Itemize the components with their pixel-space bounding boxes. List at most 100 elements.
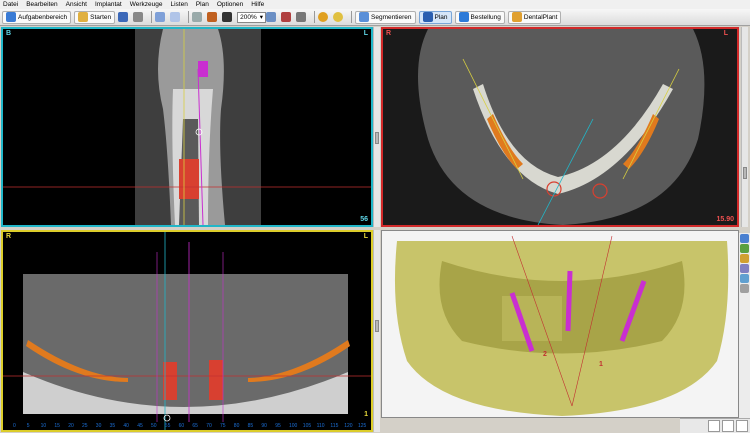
axial-scrollbar[interactable] [741, 27, 748, 227]
implant-number-label: 1 [599, 361, 603, 368]
save-button[interactable] [118, 11, 130, 24]
segmentieren-button[interactable]: Segmentieren [355, 10, 416, 24]
dentalplant-button[interactable]: DentalPlant [507, 10, 562, 24]
view-corner-label: L [723, 30, 728, 37]
ruler-tick-label: 95 [275, 423, 281, 429]
cart-icon [458, 12, 469, 22]
print-icon [133, 12, 144, 22]
chevron-down-icon: ▾ [259, 14, 264, 21]
fit-icon [296, 12, 307, 22]
scrollbar-thumb[interactable] [375, 132, 379, 144]
axial-image [383, 29, 737, 225]
menu-hilfe[interactable]: Hilfe [251, 1, 264, 8]
implant-plan-icon [422, 12, 433, 22]
ruler-tick-label: 25 [82, 423, 88, 429]
starten-button[interactable]: Starten [74, 10, 116, 24]
menu-listen[interactable]: Listen [170, 1, 187, 8]
plan-button[interactable]: Plan [418, 10, 452, 24]
measure-button[interactable] [207, 11, 219, 24]
fit-button[interactable] [296, 11, 308, 24]
slice-number: 56 [360, 216, 368, 223]
reset-icon[interactable] [740, 284, 749, 293]
line-tool-icon[interactable] [722, 420, 734, 432]
sagittal-view[interactable]: B L 56 [1, 27, 373, 227]
save-icon [118, 12, 129, 22]
view-front-icon[interactable] [740, 234, 749, 243]
segmentieren-label: Segmentieren [371, 13, 412, 21]
ruler-tick-label: 60 [178, 423, 185, 429]
view-side-icon[interactable] [740, 244, 749, 253]
ruler-tick-label: 105 [302, 423, 312, 429]
zoom-out-button[interactable] [281, 11, 293, 24]
ruler-tick-label: 30 [95, 423, 102, 429]
contrast-button[interactable] [318, 11, 330, 24]
hand-tool-icon[interactable] [708, 420, 720, 432]
task-pane-icon [6, 12, 16, 22]
ruler-tick-label: 50 [151, 423, 157, 429]
ruler-tick-label: 70 [206, 423, 212, 429]
3d-model-image [382, 231, 738, 417]
ruler-icon [207, 12, 218, 22]
layers-icon[interactable] [740, 264, 749, 273]
ruler-tick-label: 115 [330, 423, 339, 429]
segment-icon [359, 12, 370, 22]
bestellung-button[interactable]: Bestellung [454, 10, 505, 24]
folder-icon [78, 12, 89, 22]
ruler-tick-label: 90 [261, 423, 267, 429]
undo-icon [155, 12, 166, 22]
ruler-tick-label: 10 [40, 423, 47, 429]
menu-ansicht[interactable]: Ansicht [66, 1, 87, 8]
rotate-icon[interactable] [740, 274, 749, 283]
menu-implantat[interactable]: Implantat [95, 1, 122, 8]
print-button[interactable] [133, 11, 145, 24]
menu-bar: Datei Bearbeiten Ansicht Implantat Werkz… [0, 0, 750, 9]
panoramic-scrollbar[interactable] [373, 230, 380, 432]
starten-label: Starten [90, 13, 112, 21]
view-top-icon[interactable] [740, 254, 749, 263]
ruler-tick-label: 120 [344, 423, 353, 429]
marker-tool-icon[interactable] [736, 420, 748, 432]
ruler-tick-label: 85 [247, 423, 254, 429]
menu-optionen[interactable]: Optionen [217, 1, 243, 8]
menu-bearbeiten[interactable]: Bearbeiten [26, 1, 57, 8]
view-orientation-label: R [386, 30, 392, 37]
brightness-icon [333, 12, 344, 22]
menu-werkzeuge[interactable]: Werkzeuge [130, 1, 163, 8]
ruler-tick-label: 15 [54, 423, 60, 429]
ruler-tick-label: 35 [109, 423, 116, 429]
zoom-in-icon [266, 12, 277, 22]
ruler-tick-label: 40 [123, 423, 129, 429]
scrollbar-thumb[interactable] [743, 167, 747, 179]
3d-view[interactable]: 2 1 [381, 230, 739, 418]
panoramic-view[interactable]: R L 1 0 5 10 15 20 25 30 35 40 45 50 55 60 65 70 75 80 85… [1, 230, 373, 432]
dentalplant-icon [511, 12, 522, 22]
pan-button[interactable] [222, 11, 234, 24]
redo-button[interactable] [170, 11, 182, 24]
view-corner-label: L [363, 233, 368, 240]
view-corner-label: L [363, 30, 368, 37]
scrollbar-thumb[interactable] [375, 320, 379, 332]
ruler-tick-label: 100 [289, 423, 298, 429]
screenshot-button[interactable] [192, 11, 204, 24]
undo-button[interactable] [155, 11, 167, 24]
menu-plan[interactable]: Plan [196, 1, 209, 8]
ruler-tick-label: 55 [164, 423, 171, 429]
axial-view[interactable]: R L 15.90 [381, 27, 739, 227]
ruler-tick-label: 110 [316, 423, 325, 429]
contrast-icon [318, 12, 329, 22]
camera-icon [192, 12, 203, 22]
aufgabenbereich-label: Aufgabenbereich [18, 13, 68, 21]
toolbar-separator [188, 11, 190, 23]
bestellung-label: Bestellung [470, 13, 501, 21]
toolbar-separator [314, 11, 316, 23]
zoom-in-button[interactable] [266, 11, 278, 24]
aufgabenbereich-button[interactable]: Aufgabenbereich [2, 10, 72, 24]
ruler-tick-label: 75 [220, 423, 226, 429]
ruler-tick-label: 0 [13, 423, 16, 429]
brightness-button[interactable] [333, 11, 345, 24]
toolbar: Aufgabenbereich Starten 200% ▾ Segmentie… [0, 9, 750, 26]
ruler-tick-label: 65 [192, 423, 198, 429]
sagittal-scrollbar[interactable] [373, 27, 380, 227]
menu-datei[interactable]: Datei [3, 1, 18, 8]
zoom-select[interactable]: 200% ▾ [237, 11, 267, 23]
